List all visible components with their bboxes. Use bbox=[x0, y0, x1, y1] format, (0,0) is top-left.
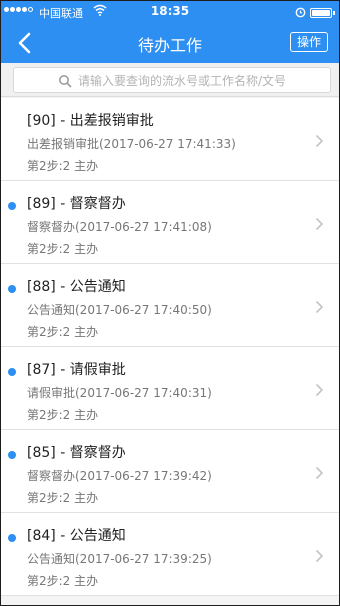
todo-title: [88] - 公告通知 bbox=[27, 279, 126, 295]
todo-title: [84] - 公告通知 bbox=[27, 528, 126, 544]
todo-subtitle: 出差报销审批(2017-06-27 17:41:33) bbox=[27, 137, 236, 151]
chevron-right-icon bbox=[315, 549, 324, 563]
unread-dot bbox=[8, 285, 16, 293]
todo-item[interactable]: [87] - 请假审批 请假审批(2017-06-27 17:40:31) 第2… bbox=[1, 347, 339, 430]
todo-subtitle: 督察督办(2017-06-27 17:39:42) bbox=[27, 469, 212, 483]
search-icon bbox=[59, 75, 72, 88]
todo-title: [90] - 出差报销审批 bbox=[27, 113, 154, 129]
todo-list: [90] - 出差报销审批 出差报销审批(2017-06-27 17:41:33… bbox=[1, 98, 339, 596]
chevron-right-icon bbox=[315, 383, 324, 397]
alarm-clock-icon bbox=[295, 7, 306, 18]
nav-bar: 待办工作 操作 bbox=[1, 23, 339, 63]
app-frame: 中国联通 18:35 待办工作 操作 请输入要查询的流水号或工作名称/文号 [9… bbox=[1, 1, 339, 605]
todo-step: 第2步:2 主办 bbox=[27, 491, 99, 505]
battery-icon bbox=[310, 8, 335, 18]
todo-item[interactable]: [84] - 公告通知 公告通知(2017-06-27 17:39:25) 第2… bbox=[1, 513, 339, 596]
search-bar bbox=[1, 63, 339, 97]
chevron-right-icon bbox=[315, 217, 324, 231]
todo-step: 第2步:2 主办 bbox=[27, 159, 99, 173]
todo-subtitle: 公告通知(2017-06-27 17:39:25) bbox=[27, 552, 212, 566]
chevron-right-icon bbox=[315, 134, 324, 148]
unread-dot bbox=[8, 202, 16, 210]
todo-step: 第2步:2 主办 bbox=[27, 325, 99, 339]
todo-step: 第2步:2 主办 bbox=[27, 574, 99, 588]
status-time: 18:35 bbox=[150, 4, 190, 18]
todo-title: [85] - 督察督办 bbox=[27, 445, 126, 461]
todo-subtitle: 督察督办(2017-06-27 17:41:08) bbox=[27, 220, 212, 234]
todo-title: [87] - 请假审批 bbox=[27, 362, 126, 378]
todo-item[interactable]: [88] - 公告通知 公告通知(2017-06-27 17:40:50) 第2… bbox=[1, 264, 339, 347]
todo-step: 第2步:2 主办 bbox=[27, 242, 99, 256]
todo-subtitle: 请假审批(2017-06-27 17:40:31) bbox=[27, 386, 212, 400]
unread-dot bbox=[8, 534, 16, 542]
todo-title: [89] - 督察督办 bbox=[27, 196, 126, 212]
search-box[interactable] bbox=[13, 67, 331, 93]
page-title: 待办工作 bbox=[137, 36, 202, 55]
todo-item[interactable]: [90] - 出差报销审批 出差报销审批(2017-06-27 17:41:33… bbox=[1, 98, 339, 181]
status-bar: 中国联通 18:35 bbox=[1, 1, 339, 23]
todo-item[interactable]: [89] - 督察督办 督察督办(2017-06-27 17:41:08) 第2… bbox=[1, 181, 339, 264]
todo-item[interactable]: [85] - 督察督办 督察督办(2017-06-27 17:39:42) 第2… bbox=[1, 430, 339, 513]
todo-subtitle: 公告通知(2017-06-27 17:40:50) bbox=[27, 303, 212, 317]
search-input[interactable] bbox=[78, 71, 328, 91]
action-button[interactable]: 操作 bbox=[290, 32, 328, 52]
chevron-right-icon bbox=[315, 466, 324, 480]
unread-dot bbox=[8, 368, 16, 376]
todo-step: 第2步:2 主办 bbox=[27, 408, 99, 422]
chevron-right-icon bbox=[315, 300, 324, 314]
unread-dot bbox=[8, 451, 16, 459]
